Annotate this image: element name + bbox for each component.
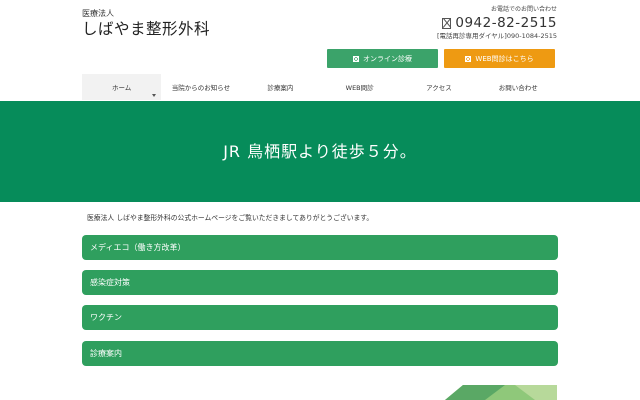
- online-consultation-icon: [353, 55, 359, 62]
- nav-access[interactable]: アクセス: [399, 74, 478, 100]
- mobile-number[interactable]: [電話再診専用ダイヤル]090-1084-2515: [437, 32, 557, 41]
- nav-services[interactable]: 診療案内: [241, 74, 320, 100]
- online-consultation-label: オンライン診療: [363, 54, 412, 63]
- intro-text: 医療法人 しばやま整形外科の公式ホームページをご覧いただきましてありがとうござい…: [87, 214, 374, 222]
- nav-news[interactable]: 当院からのお知らせ: [161, 74, 240, 100]
- contact-label: お電話でのお問い合わせ: [490, 6, 557, 13]
- hero-banner: JR 鳥栖駅より徒歩５分。: [0, 101, 640, 202]
- accordion-infection-control[interactable]: 感染症対策: [82, 270, 558, 295]
- logo-subtitle: 医療法人: [82, 9, 114, 18]
- online-consultation-button[interactable]: オンライン診療: [327, 49, 438, 68]
- clinic-logo[interactable]: 医療法人 しばやま整形外科: [82, 9, 210, 38]
- logo-title: しばやま整形外科: [82, 20, 211, 38]
- accordion-medieco[interactable]: メディエコ（働き方改革）: [82, 235, 558, 260]
- decorative-shapes: [445, 385, 557, 400]
- phone-number: 0942-82-2515: [455, 15, 557, 31]
- nav-web-questionnaire[interactable]: WEB問診: [320, 74, 399, 100]
- web-questionnaire-button[interactable]: WEB問診はこちら: [444, 49, 555, 68]
- web-questionnaire-label: WEB問診はこちら: [475, 54, 534, 63]
- phone-number-link[interactable]: 0942-82-2515: [437, 15, 557, 31]
- web-questionnaire-icon: [465, 55, 472, 62]
- accordion-services[interactable]: 診療案内: [82, 341, 558, 366]
- main-nav: ホーム 当院からのお知らせ 診療案内 WEB問診 アクセス お問い合わせ: [82, 74, 558, 100]
- nav-home[interactable]: ホーム: [82, 74, 162, 100]
- phone-icon: [442, 17, 452, 29]
- nav-contact[interactable]: お問い合わせ: [479, 74, 558, 100]
- contact-block: お電話でのお問い合わせ 0942-82-2515 [電話再診専用ダイヤル]090…: [437, 6, 557, 41]
- decorative-graphic: [445, 385, 557, 400]
- accordion-vaccine[interactable]: ワクチン: [82, 305, 558, 330]
- hero-text: JR 鳥栖駅より徒歩５分。: [223, 141, 417, 161]
